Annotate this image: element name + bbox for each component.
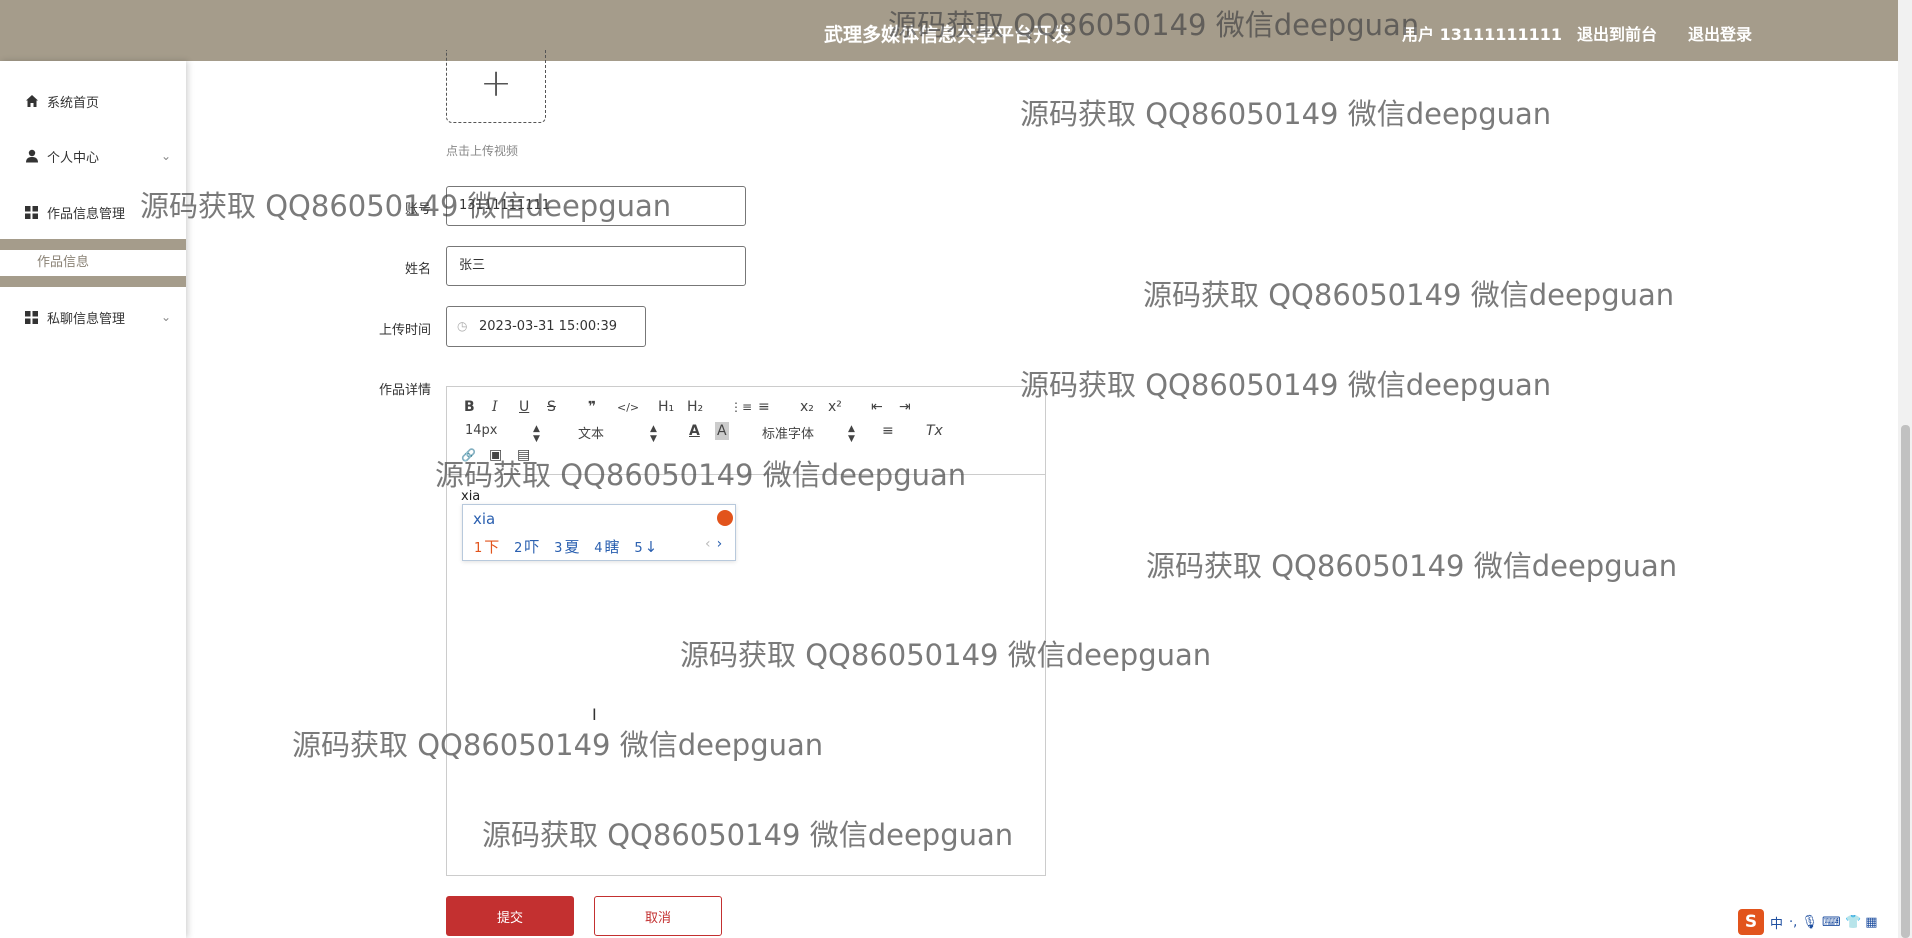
ime-candidates: 1下 2吓 3夏 4瞎 5 ↓ [474,536,667,557]
video-upload-box[interactable]: + [446,50,546,123]
upload-time-picker[interactable]: ◷ 2023-03-31 15:00:39 [446,306,646,347]
subscript-button[interactable]: x₂ [800,398,814,416]
watermark: 源码获取 QQ86050149 微信deepguan [1020,97,1552,131]
upload-time-value: 2023-03-31 15:00:39 [479,319,618,334]
home-icon [24,94,39,109]
sidebar-item-private-messages[interactable]: 私聊信息管理 ⌄ [0,302,186,332]
block-type-value: 文本 [578,427,605,442]
align-button[interactable]: ≡ [882,422,894,440]
sogou-logo-icon[interactable]: S [1738,909,1764,935]
superscript-button[interactable]: x² [828,398,842,416]
ime-candidate-window: xia 1下 2吓 3夏 4瞎 5 ↓ ‹ › [462,504,736,561]
link-button[interactable]: 🔗 [461,446,476,464]
back-to-front-link[interactable]: 退出到前台 [1577,21,1657,45]
select-arrows-icon: ▲ ▼ [650,424,657,444]
strike-button[interactable]: S [547,398,556,416]
upload-hint: 点击上传视频 [446,144,519,158]
italic-button[interactable]: I [492,398,498,416]
block-type-select[interactable]: 文本 ▲ ▼ [578,423,664,444]
sidebar-item-personal-center[interactable]: 个人中心 ⌄ [0,141,186,171]
background-color-button[interactable]: A [715,422,729,440]
logout-link[interactable]: 退出登录 [1688,21,1752,45]
account-input[interactable]: 13111111111 [446,186,746,226]
sidebar-item-label: 个人中心 [47,150,100,166]
chevron-down-icon: ⌄ [161,149,172,163]
ime-candidate[interactable]: 3夏 [554,536,579,557]
select-arrows-icon: ▲ ▼ [533,424,540,444]
font-family-value: 标准字体 [762,427,815,442]
watermark: 源码获取 QQ86050149 微信deepguan [1143,278,1675,312]
sidebar-item-label: 作品信息管理 [47,206,126,222]
ordered-list-button[interactable]: ⋮≡ [730,398,752,416]
bold-button[interactable]: B [464,398,475,416]
chevron-down-icon: ⌄ [161,310,172,324]
name-input[interactable]: 张三 [446,246,746,286]
name-label: 姓名 [405,262,432,277]
sidebar-subitem-works-info[interactable]: 作品信息 [0,250,186,276]
watermark: 源码获取 QQ86050149 微信deepguan [1020,368,1552,402]
page-scrollbar-thumb[interactable] [1901,425,1910,938]
sidebar: 系统首页 个人中心 ⌄ 作品信息管理 作品信息 私聊信息管理 ⌄ [0,61,186,938]
ime-logo-icon [717,510,733,526]
watermark: 源码获取 QQ86050149 微信deepguan [1146,549,1678,583]
underline-button[interactable]: U [519,398,529,416]
submenu-bottom-band [0,276,186,287]
sidebar-item-label: 系统首页 [47,95,100,111]
ime-pinyin: xia [473,510,496,528]
sidebar-item-label: 私聊信息管理 [47,311,126,327]
top-header: 武理多媒体信息共享平台开发 用户 13111111111 退出到前台 退出登录 [0,0,1898,61]
ime-candidate[interactable]: 2吓 [514,536,539,557]
editor-toolbar: B I U S ❞ </> H₁ H₂ ⋮≡ ≡ x₂ x² ⇤ ⇥ 14px … [447,387,1045,475]
bullet-list-button[interactable]: ≡ [758,398,770,416]
text-cursor-icon: Ⅰ [592,705,597,724]
user-icon [24,149,39,164]
plus-icon: + [480,61,512,105]
ime-candidate[interactable]: 1下 [474,536,499,557]
clock-icon: ◷ [457,319,468,333]
blockquote-button[interactable]: ❞ [588,398,596,416]
header1-button[interactable]: H₁ [658,398,674,416]
code-block-button[interactable]: </> [617,399,639,417]
editor-content[interactable]: xia [461,489,480,504]
upload-time-label: 上传时间 [379,323,432,338]
sidebar-item-works-management[interactable]: 作品信息管理 [0,197,186,227]
text-color-button[interactable]: A [689,422,700,440]
grid-icon [24,205,39,220]
video-button[interactable]: ▤ [517,446,530,464]
header2-button[interactable]: H₂ [687,398,703,416]
ime-language-toggle[interactable]: 中 [1770,913,1783,932]
font-family-select[interactable]: 标准字体 ▲ ▼ [762,423,858,444]
submenu-top-band [0,239,186,250]
grid-icon [24,310,39,325]
font-size-select[interactable]: 14px ▲ ▼ [465,423,545,444]
account-label: 账号 [405,202,432,217]
ime-prev-page-icon[interactable]: ‹ [705,536,711,552]
site-title: 武理多媒体信息共享平台开发 [824,24,1072,46]
image-button[interactable]: ▣ [489,446,502,464]
sidebar-item-home[interactable]: 系统首页 [0,86,186,116]
details-label: 作品详情 [379,383,432,398]
clean-format-button[interactable]: Tx [926,422,943,440]
submit-button[interactable]: 提交 [446,896,574,936]
ime-next-page-icon[interactable]: › [717,536,723,552]
cancel-button[interactable]: 取消 [594,896,722,936]
outdent-button[interactable]: ⇤ [871,398,883,416]
ime-status-bar: S 中 ·, 🎙 ⌨ 👕 ▦ [1738,908,1898,936]
font-size-value: 14px [465,423,498,438]
rich-text-editor[interactable]: B I U S ❞ </> H₁ H₂ ⋮≡ ≡ x₂ x² ⇤ ⇥ 14px … [446,386,1046,876]
ime-pager: ‹ › [705,536,722,552]
select-arrows-icon: ▲ ▼ [848,424,855,444]
ime-tray-icons[interactable]: ·, 🎙 ⌨ 👕 ▦ [1789,915,1878,930]
user-account-link[interactable]: 用户 13111111111 [1402,21,1562,45]
indent-button[interactable]: ⇥ [899,398,911,416]
ime-candidate[interactable]: 4瞎 [594,536,619,557]
ime-candidate[interactable]: 5 ↓ [634,538,657,556]
